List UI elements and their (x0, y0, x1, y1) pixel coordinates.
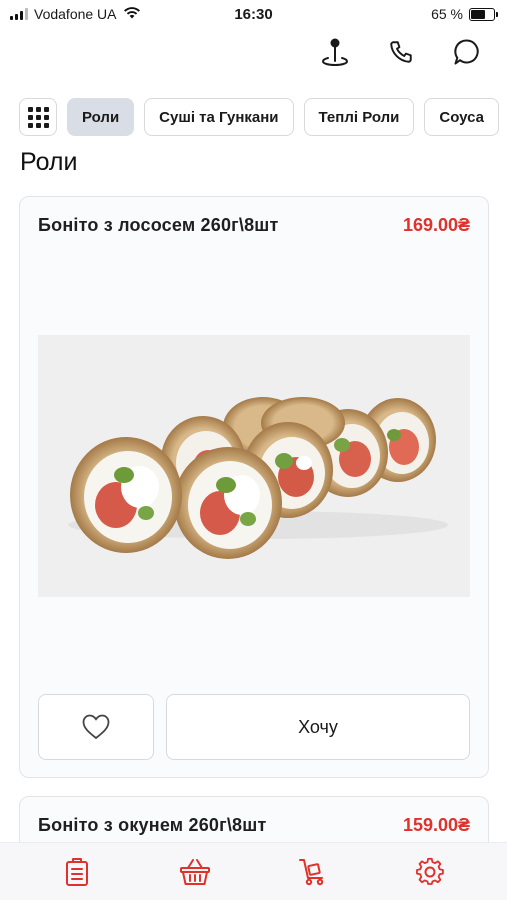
product-name[interactable]: Боніто з лососем 260г\8шт (38, 215, 279, 236)
map-pin-icon[interactable] (319, 36, 351, 68)
product-name[interactable]: Боніто з окунем 260г\8шт (38, 815, 266, 836)
basket-icon[interactable] (175, 852, 215, 892)
menu-list-icon[interactable] (57, 852, 97, 892)
category-tabs: Роли Суші та Гункани Теплі Роли Соуса (19, 98, 507, 136)
battery-icon (469, 7, 498, 21)
product-price: 159.00₴ (402, 815, 470, 835)
settings-icon[interactable] (410, 852, 450, 892)
want-button[interactable]: Хочу (166, 694, 470, 760)
tab-warm-rolls[interactable]: Теплі Роли (303, 98, 415, 136)
chat-icon[interactable] (451, 36, 483, 68)
section-title: Роли (20, 148, 78, 176)
product-price: 169.00₴ (402, 215, 470, 235)
product-card: Боніто з лососем 260г\8шт 169.00₴ Хочу (19, 196, 489, 778)
header-actions (319, 36, 483, 68)
favorite-button[interactable] (38, 694, 154, 760)
battery-percent: 65 % (431, 6, 463, 22)
tab-sushi-gunkany[interactable]: Суші та Гункани (144, 98, 294, 136)
battery-level (471, 9, 486, 19)
status-right: 65 % (431, 6, 498, 22)
bottom-nav (0, 842, 507, 900)
sushi-roll-image[interactable] (38, 335, 470, 597)
grid-icon[interactable] (19, 98, 57, 136)
phone-icon[interactable] (385, 36, 417, 68)
tab-roly[interactable]: Роли (67, 98, 135, 136)
heart-icon (82, 714, 110, 740)
status-bar: Vodafone UA 16:30 65 % (0, 0, 507, 28)
tab-sauces[interactable]: Соуса (424, 98, 500, 136)
delivery-cart-icon[interactable] (292, 852, 332, 892)
